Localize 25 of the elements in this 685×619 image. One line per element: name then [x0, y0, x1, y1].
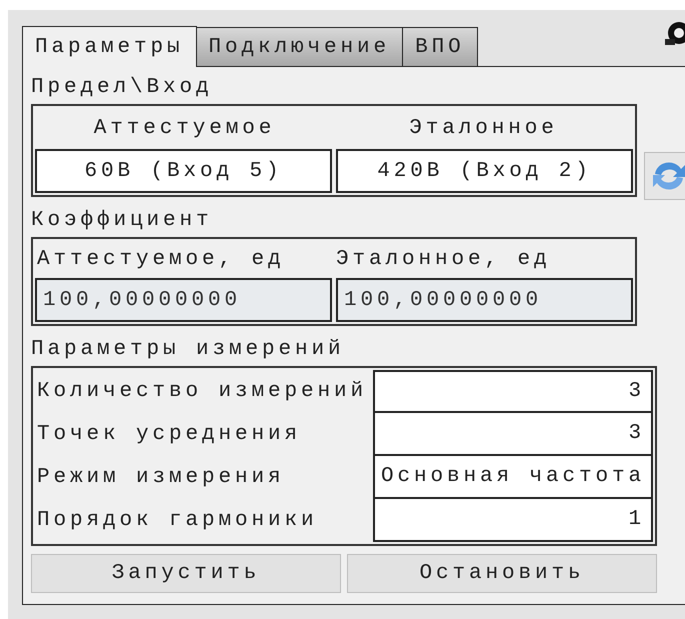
range-value[interactable]: 420В (Вход 2) [336, 149, 633, 193]
column-header: Аттестуемое, ед [36, 247, 286, 273]
action-button[interactable]: Остановить [347, 554, 657, 593]
column-header: Аттестуемое [92, 116, 276, 142]
column-header: Эталонное [408, 116, 559, 142]
parameter-label: Точек усреднения [36, 424, 302, 445]
parameter-field[interactable]: Основная частота [372, 456, 653, 499]
parameter-field[interactable]: 1 [373, 499, 653, 542]
section-title: Коэффициент [31, 210, 214, 231]
parameter-field[interactable]: 3 [373, 370, 653, 413]
parameter-label: Количество измерений [36, 381, 368, 402]
tab[interactable]: ВПО [403, 27, 478, 67]
coefficient-field[interactable]: 100,00000000 [35, 278, 332, 322]
tab[interactable]: Подключение [196, 27, 404, 67]
parameter-label: Порядок гармоники [36, 510, 319, 531]
column-header: Эталонное, ед [335, 247, 552, 273]
range-value[interactable]: 60В (Вход 5) [35, 149, 332, 193]
parameter-field[interactable]: 3 [373, 413, 653, 456]
parameter-label: Режим измерения [36, 467, 286, 488]
action-button[interactable]: Запустить [31, 554, 341, 593]
section-title: Параметры измерений [31, 339, 346, 360]
tab[interactable]: Параметры [22, 26, 197, 67]
coefficient-field[interactable]: 100,00000000 [336, 278, 633, 322]
section-title: Предел\Вход [31, 77, 214, 98]
refresh-button[interactable] [644, 152, 685, 200]
